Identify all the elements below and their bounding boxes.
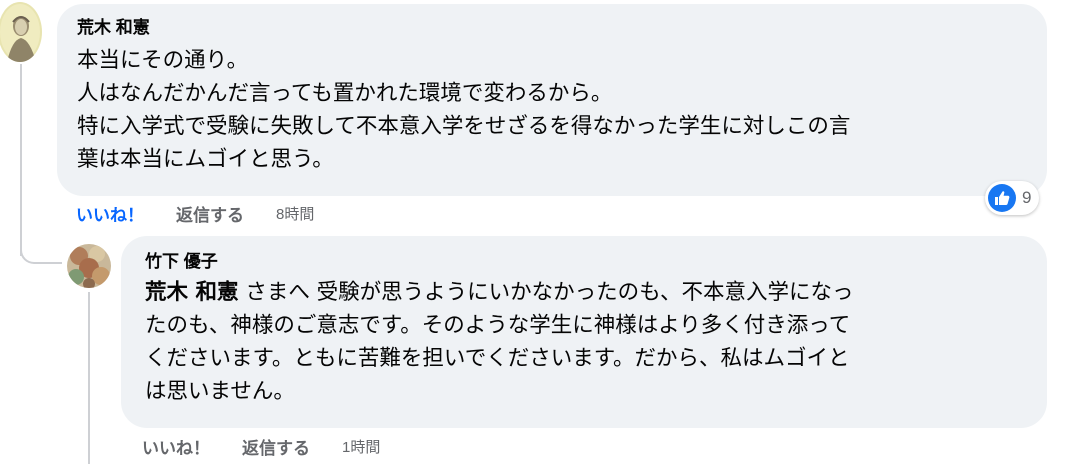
avatar-commenter[interactable] xyxy=(0,2,42,62)
reaction-summary[interactable]: 9 xyxy=(985,181,1040,215)
avatar-portrait-image xyxy=(0,2,42,62)
comment-timestamp[interactable]: 8時間 xyxy=(276,203,314,224)
mention-link[interactable]: 荒木 和憲 xyxy=(145,280,239,305)
thread-connector xyxy=(20,230,62,264)
thread-line xyxy=(20,64,22,256)
reply-reply-button[interactable]: 返信する xyxy=(242,434,310,459)
reply-author-name[interactable]: 竹下 優子 xyxy=(145,252,1023,272)
reply-actions: いいね！ 返信する 1時間 xyxy=(142,434,380,459)
reply-timestamp[interactable]: 1時間 xyxy=(342,436,380,457)
reply-text-container: 荒木 和憲 さまへ 受験が思うようにいかなかったのも、不本意入学になっ たのも、… xyxy=(145,276,1023,408)
thumbs-up-icon xyxy=(988,184,1016,212)
comment-bubble: 荒木 和憲 本当にその通り。 人はなんだかんだ言っても置かれた環境で変わるから。… xyxy=(57,4,1047,196)
comment-actions: いいね！ 返信する 8時間 xyxy=(76,201,314,226)
reaction-count: 9 xyxy=(1022,188,1032,207)
reply-thread-line xyxy=(88,292,90,464)
reply-like-button[interactable]: いいね！ xyxy=(142,434,210,459)
reply-bubble: 竹下 優子 荒木 和憲 さまへ 受験が思うようにいかなかったのも、不本意入学にな… xyxy=(121,236,1047,428)
comment-text: 本当にその通り。 人はなんだかんだ言っても置かれた環境で変わるから。 特に入学式… xyxy=(77,48,851,172)
avatar-replier[interactable] xyxy=(67,244,111,288)
like-button[interactable]: いいね！ xyxy=(76,201,144,226)
reply-text: さまへ 受験が思うようにいかなかったのも、不本意入学になっ たのも、神様のご意志… xyxy=(145,280,854,404)
reply-button[interactable]: 返信する xyxy=(176,201,244,226)
comment-author-name[interactable]: 荒木 和憲 xyxy=(77,18,1027,38)
avatar-painting-image xyxy=(67,244,111,288)
